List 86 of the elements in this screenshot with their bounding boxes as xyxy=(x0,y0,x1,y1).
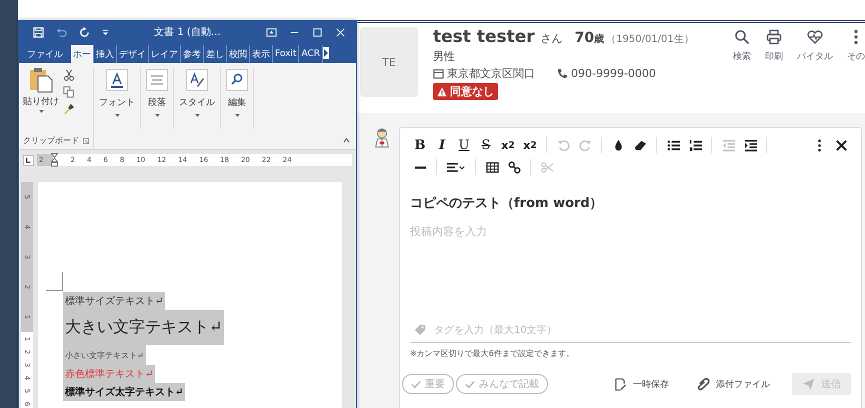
document-text: 標準サイズ太字テキスト↵ xyxy=(65,387,184,398)
caret-icon xyxy=(154,114,160,117)
patient-gender: 男性 xyxy=(433,49,456,64)
maximize-icon[interactable] xyxy=(312,26,323,38)
margin-corner-mark xyxy=(46,272,63,291)
tag-icon xyxy=(414,324,426,336)
check-icon xyxy=(465,380,475,388)
document-text: 小さい文字テキスト↵ xyxy=(65,351,144,360)
close-icon xyxy=(834,138,848,152)
post-title: コピペのテスト（from word） xyxy=(410,195,604,212)
link-icon xyxy=(508,160,520,174)
italic-button[interactable]: I xyxy=(432,135,452,155)
undo-icon xyxy=(556,138,570,152)
redo-icon xyxy=(578,138,592,152)
heart-pulse-icon xyxy=(807,29,823,45)
refresh-icon[interactable] xyxy=(79,26,90,38)
table-icon xyxy=(486,160,498,174)
scroll-right-icon[interactable] xyxy=(323,47,329,59)
undo-icon[interactable] xyxy=(56,26,67,38)
send-icon xyxy=(802,378,815,390)
document-text: 大きい文字テキスト↵ xyxy=(65,317,222,336)
caret-icon xyxy=(194,114,200,117)
indent-marker-icon[interactable] xyxy=(51,152,58,168)
tag-note: ※カンマ区切りで最大6件まで設定できます。 xyxy=(410,348,575,359)
tab-stop-icon[interactable] xyxy=(23,154,34,166)
document-text: 標準サイズテキスト↵ xyxy=(65,296,164,307)
ribbon-group-button[interactable]: 段落 xyxy=(141,67,174,129)
header-action-button[interactable]: バイタル xyxy=(797,29,833,63)
save-icon[interactable] xyxy=(33,26,44,38)
building-icon xyxy=(433,68,444,79)
attach-button[interactable]: 添付ファイル xyxy=(691,376,776,392)
caret-icon xyxy=(114,114,120,117)
doctor-avatar-icon xyxy=(373,127,391,149)
ribbon-group-button[interactable]: 編集 xyxy=(221,67,254,129)
indent-icon xyxy=(744,138,756,152)
paperclip-icon xyxy=(697,378,710,390)
save-draft-button[interactable]: 一時保存 xyxy=(608,376,675,392)
font-icon xyxy=(106,69,128,91)
paste-button[interactable]: 貼り付け xyxy=(23,67,59,117)
clipboard-icon xyxy=(29,67,53,93)
header-action-button[interactable]: その xyxy=(847,29,865,63)
close-icon[interactable] xyxy=(335,26,346,38)
phone-icon xyxy=(557,68,568,79)
eraser-icon xyxy=(634,138,646,152)
window-title: 文書 1 (自動… xyxy=(153,26,222,39)
group-label: クリップボード xyxy=(23,135,79,146)
ribbon-tab[interactable]: ホー xyxy=(71,45,94,63)
caret-icon xyxy=(234,114,240,117)
birth-date: （1950/01/01生） xyxy=(606,32,694,46)
scissors-icon[interactable] xyxy=(63,69,75,81)
underline-button[interactable]: U xyxy=(454,135,474,155)
ribbon-tab[interactable]: ファイル xyxy=(23,45,71,63)
patient-age: 70 xyxy=(574,30,594,46)
search-icon xyxy=(226,69,248,91)
strike-button[interactable]: S xyxy=(476,135,496,155)
header-action-button[interactable]: 検索 xyxy=(733,29,751,63)
patient-avatar: TE xyxy=(360,27,418,97)
consent-label: 同意なし xyxy=(450,84,494,99)
patient-name: test tester xyxy=(433,27,535,47)
age-unit: 歳 xyxy=(594,32,604,46)
ribbon-group-button[interactable]: スタイル xyxy=(174,67,221,129)
search-icon xyxy=(734,29,750,45)
note-pen-icon xyxy=(614,378,627,390)
ribbon-group-button[interactable]: フォント xyxy=(94,67,141,129)
customize-icon[interactable] xyxy=(102,28,109,36)
numbered-list-icon xyxy=(688,138,702,152)
copy-icon[interactable] xyxy=(63,86,75,98)
patient-phone: 090-9999-0000 xyxy=(571,67,656,80)
warning-icon xyxy=(437,86,447,96)
brush-icon[interactable] xyxy=(63,103,75,115)
bullet-list-icon xyxy=(666,138,680,152)
outdent-icon xyxy=(722,138,734,152)
launcher-icon[interactable] xyxy=(83,138,89,144)
check-icon xyxy=(411,380,421,388)
document-text: 赤色標準テキスト↵ xyxy=(65,369,154,380)
bold-button[interactable]: B xyxy=(410,135,430,155)
printer-icon xyxy=(766,29,782,45)
align-icon xyxy=(446,160,466,174)
scissors-icon xyxy=(540,160,554,174)
honorific: さん xyxy=(540,31,563,46)
paragraph-icon xyxy=(146,69,168,91)
ribbon-display-icon[interactable] xyxy=(266,26,277,38)
styles-icon xyxy=(186,69,208,91)
collapse-icon[interactable] xyxy=(343,138,350,143)
patient-address: 東京都文京区関口 xyxy=(447,66,535,81)
header-action-button[interactable]: 印刷 xyxy=(765,29,783,63)
